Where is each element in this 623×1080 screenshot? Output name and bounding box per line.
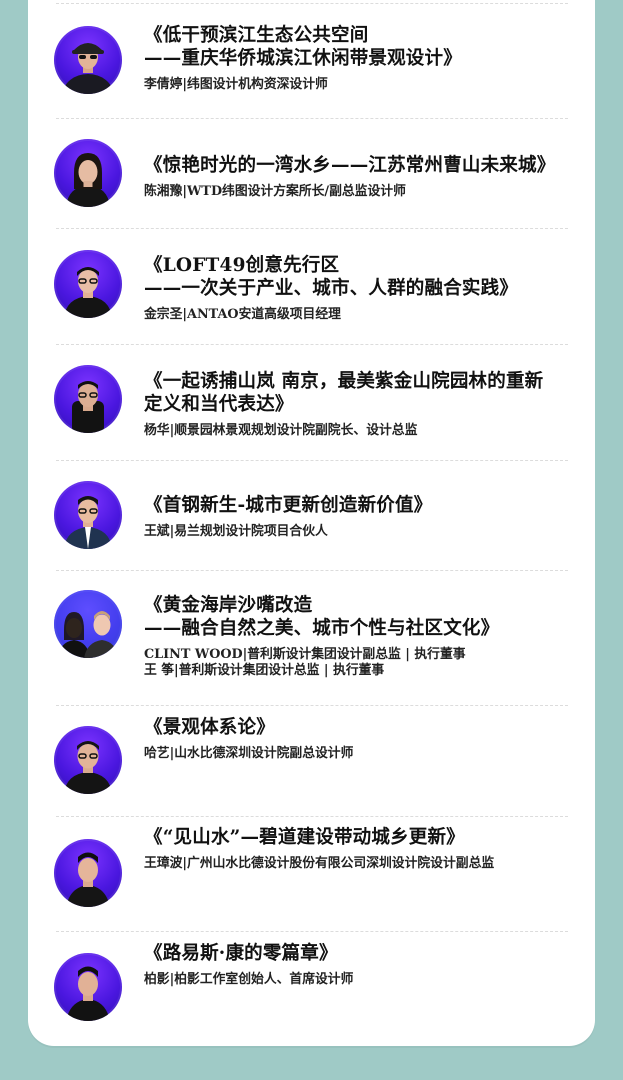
divider bbox=[56, 705, 568, 706]
speaker-name-role: 王斌|易兰规划设计院项目合伙人 bbox=[144, 524, 328, 539]
speaker-name-role: 王璋波|广州山水比德设计股份有限公司深圳设计院设计副总监 bbox=[144, 856, 495, 871]
speaker-avatar bbox=[54, 250, 122, 318]
speaker-talk-title: 《一起诱捕山岚 南京，最美紫金山院园林的重新 定义和当代表达》 bbox=[144, 371, 544, 415]
speaker-avatar bbox=[54, 26, 122, 94]
speaker-name-role: 陈湘豫|WTD纬图设计方案所长/副总监设计师 bbox=[144, 184, 406, 199]
speaker-name-role: 金宗圣|ANTAO安道高级项目经理 bbox=[144, 307, 341, 322]
speaker-talk-title: 《景观体系论》 bbox=[144, 717, 275, 738]
divider bbox=[56, 118, 568, 119]
speaker-avatar bbox=[54, 365, 122, 433]
speaker-name-role: CLINT WOOD|普利斯设计集团设计副总监 | 执行董事 王 筝|普利斯设计… bbox=[144, 647, 466, 678]
person-photo-icon bbox=[72, 381, 104, 433]
divider bbox=[56, 228, 568, 229]
divider bbox=[56, 570, 568, 571]
speaker-talk-title: 《首钢新生-城市更新创造新价值》 bbox=[144, 495, 433, 516]
person-photo-icon bbox=[66, 852, 110, 907]
speaker-avatar bbox=[54, 953, 122, 1021]
speaker-name-role: 柏影|柏影工作室创始人、首席设计师 bbox=[144, 972, 354, 987]
speaker-list-card: 《低干预滨江生态公共空间 ——重庆华侨城滨江休闲带景观设计》 李倩婷|纬图设计机… bbox=[28, 0, 595, 1046]
speaker-talk-title: 《路易斯·康的零篇章》 bbox=[144, 943, 338, 964]
speaker-talk-title: 《惊艳时光的一湾水乡——江苏常州曹山未来城》 bbox=[144, 155, 556, 176]
speaker-avatar bbox=[54, 726, 122, 794]
speaker-name-role: 哈艺|山水比德深圳设计院副总设计师 bbox=[144, 746, 354, 761]
speaker-talk-title: 《“见山水”—碧道建设带动城乡更新》 bbox=[144, 827, 465, 848]
divider bbox=[56, 816, 568, 817]
person-photo-icon bbox=[64, 267, 112, 318]
speaker-talk-title: 《黄金海岸沙嘴改造 ——融合自然之美、城市个性与社区文化》 bbox=[144, 595, 500, 639]
speaker-name-role: 李倩婷|纬图设计机构资深设计师 bbox=[144, 77, 328, 92]
speaker-name-role: 杨华|顺景园林景观规划设计院副院长、设计总监 bbox=[144, 423, 418, 438]
divider bbox=[56, 931, 568, 932]
divider bbox=[56, 460, 568, 461]
divider bbox=[56, 344, 568, 345]
person-photo-icon bbox=[63, 43, 113, 94]
speaker-avatar bbox=[54, 839, 122, 907]
speaker-avatar bbox=[54, 481, 122, 549]
person-photo-icon bbox=[64, 741, 112, 794]
person-photo-icon bbox=[66, 966, 110, 1021]
speaker-avatar bbox=[54, 139, 122, 207]
person-photo-icon bbox=[64, 496, 112, 549]
two-person-photo-icon bbox=[54, 590, 122, 658]
person-photo-icon bbox=[66, 153, 110, 207]
speaker-talk-title: 《低干预滨江生态公共空间 ——重庆华侨城滨江休闲带景观设计》 bbox=[144, 25, 462, 69]
speaker-talk-title: 《LOFT49创意先行区 ——一次关于产业、城市、人群的融合实践》 bbox=[144, 255, 519, 299]
speaker-avatar bbox=[54, 590, 122, 658]
divider bbox=[56, 3, 568, 4]
